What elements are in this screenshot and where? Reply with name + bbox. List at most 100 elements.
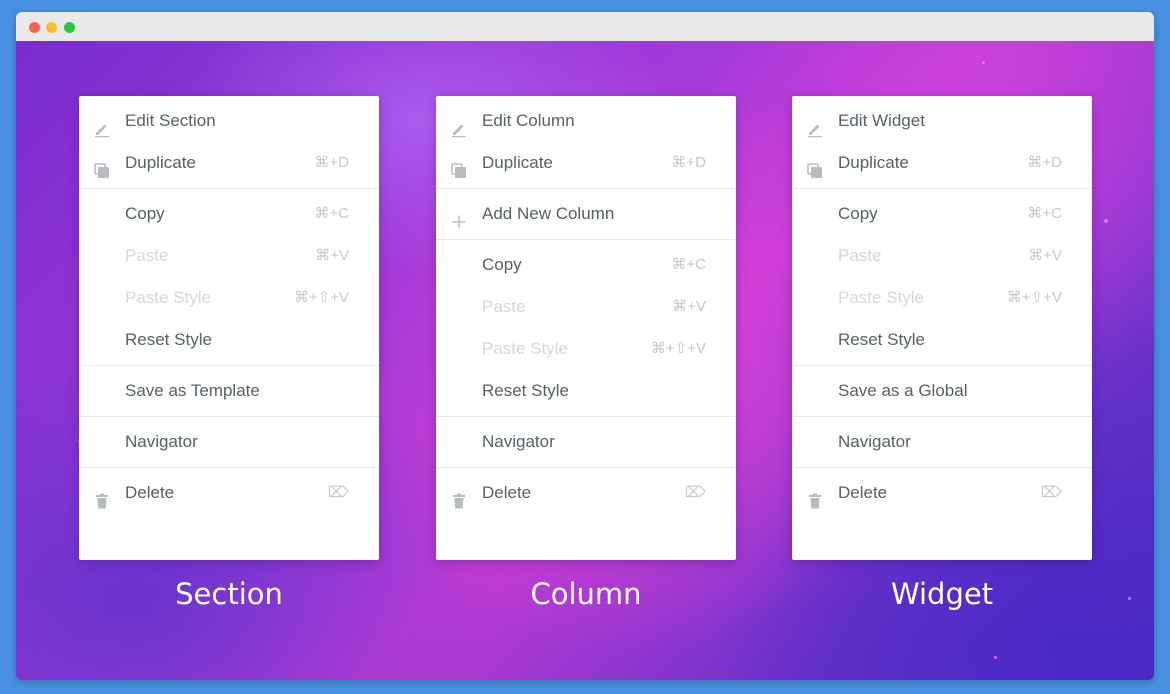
menu-item-paste: Paste ⌘+V	[79, 235, 379, 277]
gradient-background: Edit Section Duplicate ⌘+D Copy ⌘+C Paste ⌘+V P…	[16, 41, 1154, 680]
menu-item-label: Navigator	[838, 432, 911, 451]
menu-item-label: Paste	[482, 297, 526, 316]
menu-item-label: Paste Style	[482, 339, 568, 358]
pencil-icon	[93, 112, 111, 138]
menu-item-edit-section[interactable]: Edit Section	[79, 100, 379, 142]
menu-item-label: Reset Style	[482, 381, 569, 400]
menu-group: Add New Column	[436, 189, 736, 240]
background-sparkle	[982, 61, 985, 64]
delete-key-icon: ⌦	[684, 484, 706, 501]
menu-item-duplicate[interactable]: Duplicate ⌘+D	[436, 142, 736, 184]
shortcut-hint: ⌘+V	[315, 247, 349, 264]
duplicate-icon	[806, 154, 824, 178]
menu-item-save-as-template[interactable]: Save as Template	[79, 370, 379, 412]
column-context-menu: Edit Column Duplicate ⌘+D Add New Column Cop…	[436, 96, 736, 560]
menu-group: Edit Widget Duplicate ⌘+D	[792, 96, 1092, 189]
menu-item-reset-style[interactable]: Reset Style	[436, 370, 736, 412]
menu-group: Delete ⌦	[79, 468, 379, 518]
menu-item-duplicate[interactable]: Duplicate ⌘+D	[79, 142, 379, 184]
menu-item-copy[interactable]: Copy ⌘+C	[436, 244, 736, 286]
menu-group: Copy ⌘+C Paste ⌘+V Paste Style ⌘+⇧+V Reset Sty…	[792, 189, 1092, 366]
menu-item-paste-style: Paste Style ⌘+⇧+V	[436, 328, 736, 370]
menu-item-label: Edit Section	[125, 111, 216, 130]
menu-item-label: Delete	[482, 483, 532, 502]
shortcut-hint: ⌘+D	[314, 154, 349, 171]
menu-item-label: Paste Style	[125, 288, 211, 307]
menu-item-label: Paste Style	[838, 288, 924, 307]
shortcut-hint: ⌘+C	[671, 256, 706, 273]
menu-item-label: Duplicate	[838, 153, 909, 172]
close-window-button[interactable]	[29, 22, 40, 33]
menu-item-label: Edit Column	[482, 111, 575, 130]
menu-item-add-new-column[interactable]: Add New Column	[436, 193, 736, 235]
background-sparkle	[994, 656, 997, 659]
menu-item-label: Navigator	[482, 432, 555, 451]
menu-group: Navigator	[436, 417, 736, 468]
menu-item-label: Paste	[838, 246, 882, 265]
menu-group: Delete ⌦	[792, 468, 1092, 518]
menu-item-label: Delete	[125, 483, 175, 502]
menu-item-edit-widget[interactable]: Edit Widget	[792, 100, 1092, 142]
shortcut-hint: ⌘+⇧+V	[650, 340, 706, 357]
menu-group: Copy ⌘+C Paste ⌘+V Paste Style ⌘+⇧+V Reset Sty…	[436, 240, 736, 417]
menu-item-label: Copy	[482, 255, 522, 274]
menu-item-label: Save as a Global	[838, 381, 968, 400]
menu-item-label: Delete	[838, 483, 888, 502]
menu-group: Edit Section Duplicate ⌘+D	[79, 96, 379, 189]
widget-context-menu: Edit Widget Duplicate ⌘+D Copy ⌘+C Paste ⌘+V Pa…	[792, 96, 1092, 560]
menu-item-label: Reset Style	[125, 330, 212, 349]
shortcut-hint: ⌘+D	[1027, 154, 1062, 171]
menu-item-paste: Paste ⌘+V	[436, 286, 736, 328]
shortcut-hint: ⌘+D	[671, 154, 706, 171]
menu-group: Edit Column Duplicate ⌘+D	[436, 96, 736, 189]
menu-item-save-as-a-global[interactable]: Save as a Global	[792, 370, 1092, 412]
background-sparkle	[1128, 597, 1131, 600]
menu-item-delete[interactable]: Delete ⌦	[792, 472, 1092, 514]
menu-item-navigator[interactable]: Navigator	[79, 421, 379, 463]
menu-item-label: Paste	[125, 246, 169, 265]
minimize-window-button[interactable]	[46, 22, 57, 33]
menu-item-reset-style[interactable]: Reset Style	[79, 319, 379, 361]
plus-icon	[450, 205, 468, 229]
pencil-icon	[806, 112, 824, 138]
menu-group: Navigator	[79, 417, 379, 468]
menu-item-navigator[interactable]: Navigator	[436, 421, 736, 463]
pencil-icon	[450, 112, 468, 138]
menu-item-label: Edit Widget	[838, 111, 925, 130]
menu-group: Delete ⌦	[436, 468, 736, 518]
shortcut-hint: ⌘+V	[1028, 247, 1062, 264]
maximize-window-button[interactable]	[64, 22, 75, 33]
shortcut-hint: ⌘+⇧+V	[293, 289, 349, 306]
menu-item-label: Duplicate	[125, 153, 196, 172]
menu-item-copy[interactable]: Copy ⌘+C	[792, 193, 1092, 235]
menu-item-label: Copy	[125, 204, 165, 223]
duplicate-icon	[93, 154, 111, 178]
menu-item-duplicate[interactable]: Duplicate ⌘+D	[792, 142, 1092, 184]
menu-item-label: Duplicate	[482, 153, 553, 172]
menu-group: Navigator	[792, 417, 1092, 468]
column-caption: Column	[530, 577, 642, 611]
widget-caption: Widget	[890, 577, 994, 611]
menu-item-copy[interactable]: Copy ⌘+C	[79, 193, 379, 235]
background-sparkle	[1104, 219, 1108, 223]
trash-icon	[806, 484, 824, 509]
menu-item-reset-style[interactable]: Reset Style	[792, 319, 1092, 361]
menu-group: Save as a Global	[792, 366, 1092, 417]
menu-item-edit-column[interactable]: Edit Column	[436, 100, 736, 142]
delete-key-icon: ⌦	[327, 484, 349, 501]
browser-window: Edit Section Duplicate ⌘+D Copy ⌘+C Paste ⌘+V P…	[16, 12, 1154, 680]
menu-item-navigator[interactable]: Navigator	[792, 421, 1092, 463]
shortcut-hint: ⌘+⇧+V	[1006, 289, 1062, 306]
window-titlebar	[16, 12, 1154, 42]
menu-item-label: Reset Style	[838, 330, 925, 349]
shortcut-hint: ⌘+V	[672, 298, 706, 315]
menu-item-delete[interactable]: Delete ⌦	[436, 472, 736, 514]
trash-icon	[93, 484, 111, 509]
section-caption: Section	[175, 577, 283, 611]
section-context-menu: Edit Section Duplicate ⌘+D Copy ⌘+C Paste ⌘+V P…	[79, 96, 379, 560]
menu-group: Copy ⌘+C Paste ⌘+V Paste Style ⌘+⇧+V Reset Sty…	[79, 189, 379, 366]
menu-item-paste-style: Paste Style ⌘+⇧+V	[792, 277, 1092, 319]
menu-item-label: Save as Template	[125, 381, 260, 400]
duplicate-icon	[450, 154, 468, 178]
menu-item-delete[interactable]: Delete ⌦	[79, 472, 379, 514]
